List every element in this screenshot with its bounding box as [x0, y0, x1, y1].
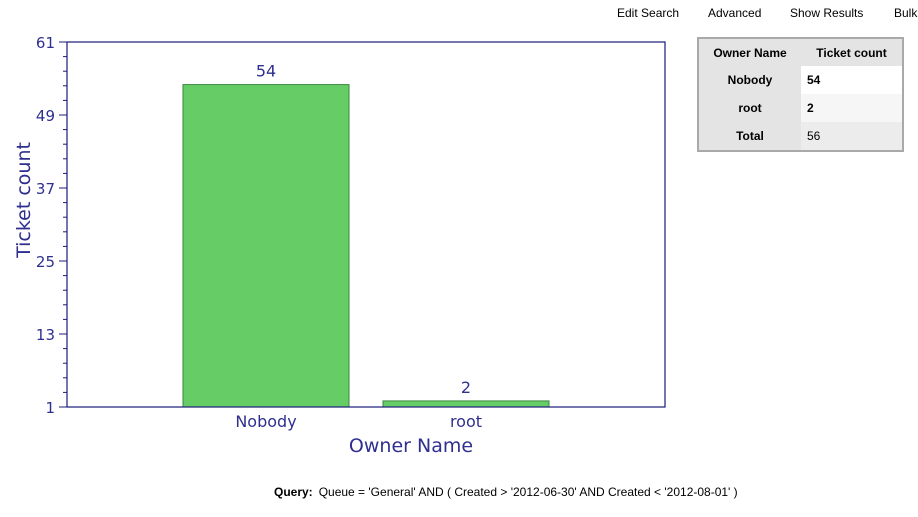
- bar-nobody: [182, 84, 350, 408]
- y-axis: 1 13 25 37 49 61: [36, 34, 67, 417]
- y-tick-label: 37: [36, 180, 55, 198]
- y-tick-label: 61: [36, 34, 55, 52]
- data-label: 54: [256, 62, 276, 81]
- data-label: 2: [461, 378, 471, 397]
- row-count: 2: [801, 94, 903, 122]
- y-tick-label: 13: [36, 326, 55, 344]
- x-tick-label: Nobody: [235, 412, 296, 431]
- query-text: Queue = 'General' AND ( Created > '2012-…: [318, 485, 738, 499]
- y-tick-label: 25: [36, 253, 55, 271]
- row-count: 54: [801, 66, 903, 94]
- bar-chart: 1 13 25 37 49 61 54 Nobody 2 root Ticket count O…: [13, 34, 666, 457]
- row-owner: root: [698, 94, 801, 122]
- x-tick-label: root: [450, 412, 482, 431]
- summary-header-row: Owner Name Ticket count: [698, 38, 903, 66]
- total-count: 56: [801, 122, 903, 151]
- nav-show-results[interactable]: Show Results: [790, 6, 863, 20]
- nav-edit-search[interactable]: Edit Search: [617, 6, 679, 20]
- row-owner: Nobody: [698, 66, 801, 94]
- table-row: Nobody 54: [698, 66, 903, 94]
- summary-table: Owner Name Ticket count Nobody 54 root 2…: [697, 37, 904, 152]
- table-row: root 2: [698, 94, 903, 122]
- nav-bulk[interactable]: Bulk: [894, 6, 917, 20]
- y-tick-label: 49: [36, 107, 55, 125]
- plot-frame: [66, 41, 666, 408]
- header-ticket-count: Ticket count: [801, 38, 903, 66]
- bar-root: [382, 400, 550, 408]
- x-axis-label: Owner Name: [349, 435, 473, 457]
- query-label: Query:: [274, 485, 313, 499]
- header-owner-name: Owner Name: [698, 38, 801, 66]
- query-line: Query: Queue = 'General' AND ( Created > …: [274, 485, 738, 499]
- total-label: Total: [698, 122, 801, 151]
- bars: 54 Nobody 2 root: [182, 62, 550, 431]
- y-axis-label: Ticket count: [13, 142, 35, 259]
- y-tick-label: 1: [45, 399, 55, 417]
- plot-border: [66, 41, 666, 408]
- total-row: Total 56: [698, 122, 903, 151]
- nav-advanced[interactable]: Advanced: [708, 6, 761, 20]
